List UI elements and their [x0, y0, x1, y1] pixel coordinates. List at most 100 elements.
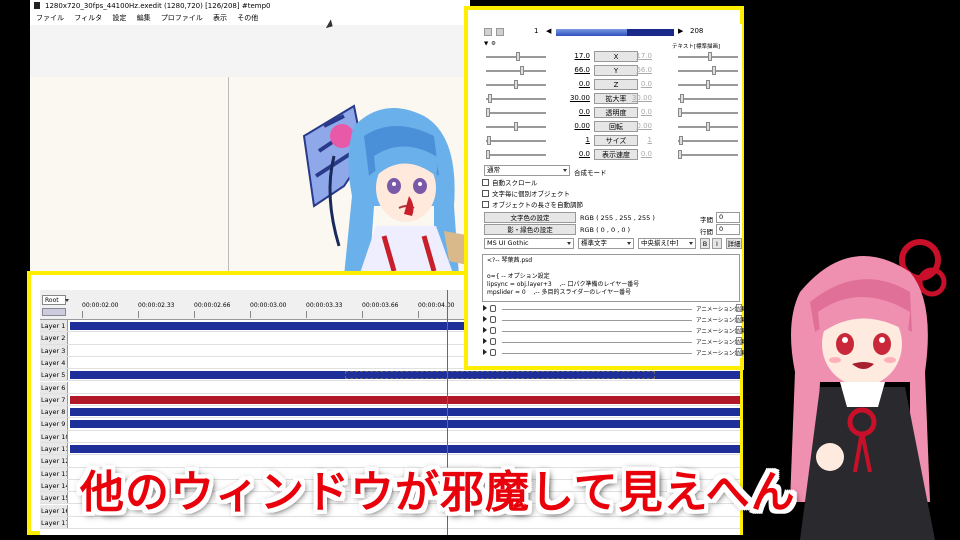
param-slider-handle[interactable]	[706, 122, 710, 131]
expand-arrow-icon[interactable]	[483, 327, 487, 333]
param-slider-handle[interactable]	[486, 150, 490, 159]
char-spacing-input[interactable]: 0	[716, 212, 740, 223]
timeline-clip[interactable]	[70, 408, 740, 417]
param-start-value[interactable]: 17.0	[564, 52, 590, 60]
effect-toggle[interactable]	[736, 348, 742, 356]
animation-effect-row[interactable]: アニメーション効果	[482, 315, 745, 325]
layer-label[interactable]: Layer 15	[40, 492, 68, 504]
param-start-value[interactable]: 0.0	[564, 150, 590, 158]
expand-arrow-icon[interactable]	[483, 349, 487, 355]
layer-label[interactable]: Layer 12	[40, 455, 68, 467]
param-start-value[interactable]: 30.00	[564, 94, 590, 102]
checkbox-box[interactable]	[482, 179, 489, 186]
param-slider-handle[interactable]	[514, 122, 518, 131]
menu-edit[interactable]: 編集	[137, 14, 151, 22]
param-slider-handle[interactable]	[712, 66, 716, 75]
menu-file[interactable]: ファイル	[36, 14, 64, 22]
layer-label[interactable]: Layer 11	[40, 443, 68, 455]
layer-label[interactable]: Layer 7	[40, 393, 68, 406]
blend-mode-select[interactable]: 通常	[484, 165, 570, 176]
param-end-value[interactable]: 30.00	[626, 94, 652, 102]
layer-row[interactable]: Layer 11	[40, 443, 740, 456]
gear-icon[interactable]: ⚙	[491, 41, 496, 47]
param-slider-handle[interactable]	[678, 108, 682, 117]
param-start-value[interactable]: 0.0	[564, 108, 590, 116]
layer-label[interactable]: Layer 13	[40, 467, 68, 479]
param-slider-handle[interactable]	[486, 108, 490, 117]
effect-toggle[interactable]	[736, 326, 742, 334]
layer-row[interactable]: Layer 7	[40, 393, 740, 407]
param-slider-handle[interactable]	[678, 150, 682, 159]
param-start-value[interactable]: 1	[564, 136, 590, 144]
effect-toggle[interactable]	[736, 315, 742, 323]
param-slider-handle[interactable]	[514, 80, 518, 89]
animation-effect-row[interactable]: アニメーション効果	[482, 304, 745, 314]
layer-row[interactable]: Layer 9	[40, 418, 740, 431]
per-char-object-checkbox[interactable]: 文字毎に個別オブジェクト	[482, 189, 570, 200]
layer-label[interactable]: Layer 17	[40, 516, 68, 529]
param-slider-handle[interactable]	[680, 94, 684, 103]
text-content-textarea[interactable]: <?-- 琴葉茜.psd o={ -- オプション設定 lipsync = ob…	[482, 254, 740, 302]
layer-label[interactable]: Layer 16	[40, 504, 68, 516]
checkbox-box[interactable]	[482, 201, 489, 208]
checkbox-box[interactable]	[482, 190, 489, 197]
root-scene-select[interactable]: Root	[42, 295, 69, 305]
param-end-value[interactable]: 1	[626, 136, 652, 144]
param-end-value[interactable]: 66.0	[626, 66, 652, 74]
expand-arrow-icon[interactable]	[483, 305, 487, 311]
param-start-value[interactable]: 66.0	[564, 66, 590, 74]
frame-next-button[interactable]: ▶	[678, 27, 683, 35]
param-end-value[interactable]: 0.0	[626, 80, 652, 88]
collapse-arrow-icon[interactable]: ▼	[484, 41, 488, 47]
layer-row[interactable]: Layer 10	[40, 430, 740, 443]
menu-other[interactable]: その他	[237, 14, 258, 22]
param-end-value[interactable]: 0.0	[626, 150, 652, 158]
param-slider-handle[interactable]	[487, 136, 491, 145]
menu-settings[interactable]: 設定	[112, 14, 126, 22]
timeline-clip[interactable]	[70, 445, 740, 453]
auto-length-checkbox[interactable]: オブジェクトの長さを自動調節	[482, 200, 583, 211]
layer-label[interactable]: Layer 10	[40, 430, 68, 442]
shadow-color-button[interactable]: 影・縁色の設定	[484, 224, 576, 235]
expand-arrow-icon[interactable]	[483, 316, 487, 322]
param-slider-handle[interactable]	[516, 52, 520, 61]
layer-label[interactable]: Layer 6	[40, 381, 68, 393]
effect-icon[interactable]	[490, 316, 496, 323]
effect-toggle[interactable]	[736, 304, 742, 312]
animation-effect-row[interactable]: アニメーション効果	[482, 337, 745, 347]
menu-filter[interactable]: フィルタ	[74, 14, 102, 22]
param-slider-handle[interactable]	[679, 136, 683, 145]
timeline-zoom-bar[interactable]	[42, 308, 66, 316]
layer-row[interactable]: Layer 8	[40, 406, 740, 419]
bold-button[interactable]: B	[700, 238, 710, 249]
param-end-value[interactable]: 17.0	[626, 52, 652, 60]
menu-profile[interactable]: プロファイル	[161, 14, 203, 22]
text-style-select[interactable]: 標準文字	[578, 238, 634, 249]
layer-row[interactable]: Layer 6	[40, 381, 740, 394]
text-color-button[interactable]: 文字色の設定	[484, 212, 576, 223]
font-select[interactable]: MS UI Gothic	[484, 238, 574, 249]
param-start-value[interactable]: 0.0	[564, 80, 590, 88]
animation-effect-row[interactable]: アニメーション効果	[482, 326, 745, 336]
expand-arrow-icon[interactable]	[483, 338, 487, 344]
animation-effect-row[interactable]: アニメーション効果	[482, 348, 745, 358]
param-slider-handle[interactable]	[708, 52, 712, 61]
camera-control-icon[interactable]	[484, 28, 492, 36]
layer-label[interactable]: Layer 1	[40, 320, 68, 332]
timeline-clip[interactable]	[70, 395, 740, 404]
layer-label[interactable]: Layer 2	[40, 332, 68, 344]
param-slider-handle[interactable]	[520, 66, 524, 75]
layer-label[interactable]: Layer 5	[40, 369, 68, 381]
layer-label[interactable]: Layer 4	[40, 356, 68, 369]
param-slider-handle[interactable]	[706, 80, 710, 89]
effect-icon[interactable]	[490, 327, 496, 334]
param-start-value[interactable]: 0.00	[564, 122, 590, 130]
layer-label[interactable]: Layer 8	[40, 406, 68, 418]
auto-scroll-checkbox[interactable]: 自動スクロール	[482, 178, 538, 189]
line-spacing-input[interactable]: 0	[716, 224, 740, 235]
detail-button[interactable]: 詳細	[726, 238, 742, 249]
text-align-select[interactable]: 中央揃え[中]	[638, 238, 696, 249]
param-slider-handle[interactable]	[488, 94, 492, 103]
effect-toggle[interactable]	[736, 337, 742, 345]
layer-label[interactable]: Layer 14	[40, 479, 68, 492]
